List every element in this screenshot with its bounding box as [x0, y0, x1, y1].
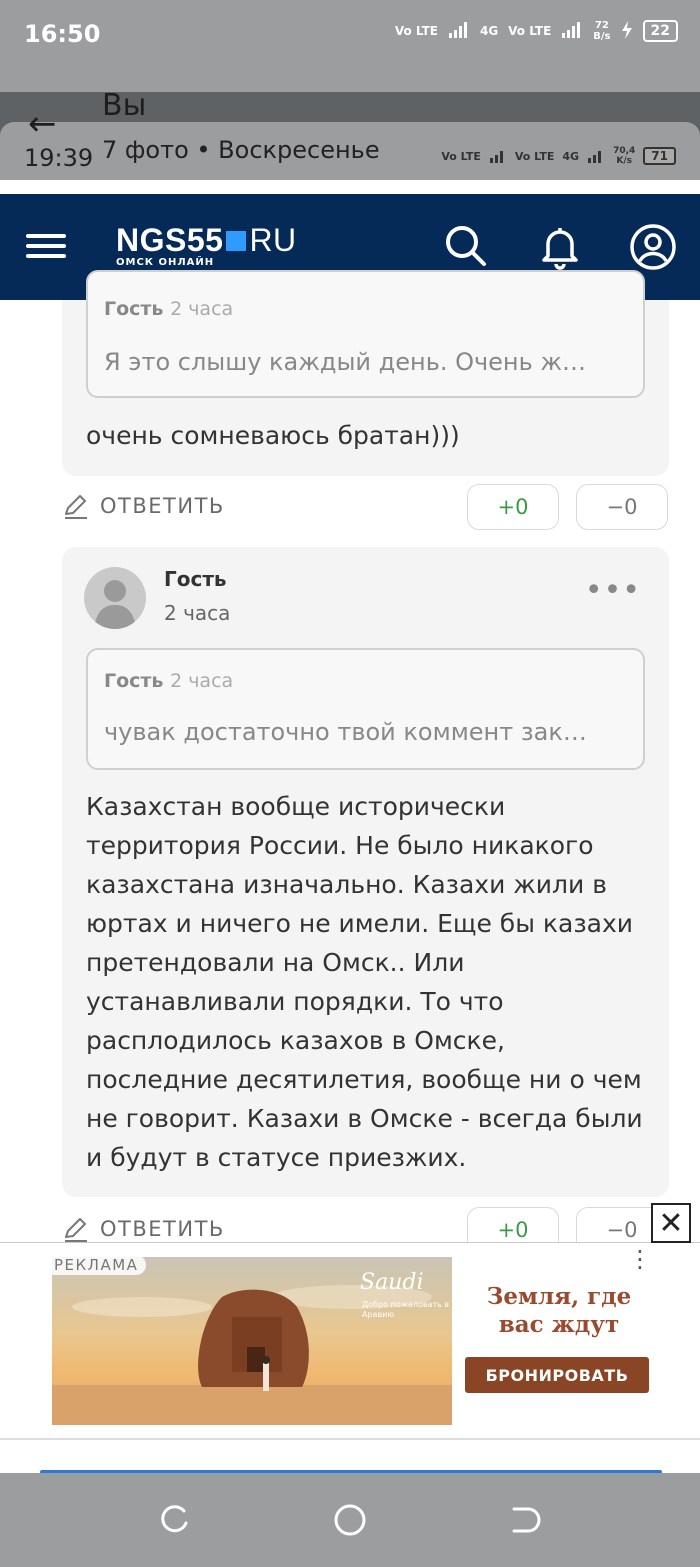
- inner-status-time: 19:39: [24, 144, 94, 172]
- inner-volte-icon-2: Vo LTE: [514, 149, 555, 163]
- ad-menu-icon[interactable]: ⋮: [628, 1247, 652, 1271]
- bell-icon[interactable]: [536, 222, 584, 270]
- net-speed: 72 B/s: [593, 20, 610, 42]
- reply-label: ОТВЕТИТЬ: [100, 494, 225, 518]
- quote-author: Гость 2 часа: [104, 298, 233, 320]
- quote-time: 2 часа: [170, 298, 234, 320]
- comment-actions: ОТВЕТИТЬ +0 −0: [62, 484, 669, 530]
- ad-brand-tagline: Добро пожаловать в Аравию: [362, 1300, 450, 1319]
- inner-status-indicators: Vo LTE Vo LTE 4G 70,4 K/s 71: [441, 146, 676, 166]
- comment-time: 2 часа: [164, 601, 231, 625]
- inner-signal-icon: [489, 151, 503, 163]
- inner-signal-icon-2: [588, 151, 602, 163]
- quoted-comment[interactable]: Гость 2 часа Я это слышу каждый день. Оч…: [86, 270, 645, 398]
- photo-info: 7 фото • Воскресенье: [102, 136, 380, 164]
- author-name[interactable]: Гость: [164, 567, 227, 591]
- user-account-icon[interactable]: [628, 222, 676, 270]
- quoted-comment-2[interactable]: Гость 2 часа чувак достаточно твой комме…: [86, 648, 645, 770]
- ad-close-icon[interactable]: ✕: [651, 1203, 691, 1243]
- outer-status-bar: 16:50 Vo LTE 4G Vo LTE 72 B/s 22: [0, 0, 700, 92]
- reply-button[interactable]: ОТВЕТИТЬ: [62, 492, 225, 520]
- ad-brand-logo: Saudi: [360, 1270, 424, 1295]
- comment-text: очень сомневаюсь братан))): [86, 421, 460, 450]
- quote-time-2: 2 часа: [170, 670, 234, 692]
- inner-net-speed-unit: K/s: [616, 156, 632, 166]
- inner-net-speed: 70,4 K/s: [613, 146, 635, 166]
- pencil-icon: [65, 495, 87, 519]
- quote-author-2: Гость 2 часа: [104, 670, 233, 692]
- more-options-icon[interactable]: •••: [585, 573, 641, 608]
- system-nav-bar: [0, 1473, 700, 1567]
- sender-name: Вы: [102, 88, 147, 123]
- quote-author-name: Гость: [104, 298, 164, 320]
- ad-label: РЕКЛАМА: [52, 1255, 147, 1275]
- recent-apps-icon[interactable]: [158, 1503, 192, 1537]
- net-speed-unit: B/s: [593, 31, 611, 42]
- reply-label-2: ОТВЕТИТЬ: [100, 1217, 225, 1241]
- ad-title[interactable]: Земля, где вас ждут: [464, 1283, 654, 1339]
- menu-icon[interactable]: [26, 230, 68, 260]
- inner-4g-icon: 4G: [562, 149, 580, 163]
- comment-card: Гость 2 часа Я это слышу каждый день. Оч…: [62, 270, 669, 476]
- signal-icon-2: [561, 21, 583, 42]
- quote-text-2: чувак достаточно твой коммент зак…: [104, 718, 587, 746]
- reply-button-2[interactable]: ОТВЕТИТЬ: [62, 1215, 225, 1243]
- network-4g-icon: 4G: [479, 24, 499, 38]
- pencil-icon: [65, 1218, 87, 1242]
- avatar[interactable]: [84, 567, 146, 629]
- status-indicators: Vo LTE 4G Vo LTE 72 B/s 22: [395, 20, 678, 42]
- comment-card-2: Гость 2 часа ••• Гость 2 часа чувак дост…: [62, 547, 669, 1197]
- site-logo[interactable]: NGS55 RU ОМСК ОНЛАЙН: [116, 222, 297, 268]
- signal-icon: [448, 21, 470, 42]
- inner-battery-indicator: 71: [643, 147, 676, 165]
- downvote-button[interactable]: −0: [576, 484, 668, 530]
- logo-square: [226, 230, 247, 251]
- back-arrow-icon[interactable]: ←: [28, 104, 57, 144]
- ad-cta-button[interactable]: БРОНИРОВАТЬ: [465, 1357, 649, 1393]
- inner-net-speed-value: 70,4: [613, 146, 636, 156]
- battery-indicator: 22: [642, 20, 678, 42]
- back-icon[interactable]: [508, 1503, 542, 1537]
- upvote-button[interactable]: +0: [467, 484, 559, 530]
- volte-icon: Vo LTE: [394, 24, 438, 38]
- page-top-strip: [0, 180, 700, 194]
- quote-author-name-2: Гость: [104, 670, 164, 692]
- status-time: 16:50: [24, 20, 101, 48]
- logo-ru: RU: [249, 222, 297, 258]
- search-icon[interactable]: [442, 222, 490, 270]
- quote-text: Я это слышу каждый день. Очень ж…: [104, 348, 587, 376]
- net-speed-value: 72: [594, 20, 609, 31]
- volte-icon-2: Vo LTE: [508, 24, 552, 38]
- logo-text: NGS55: [116, 222, 224, 258]
- comment-text-2: Казахстан вообще исторически территория …: [86, 792, 643, 1172]
- charging-icon: [621, 20, 633, 42]
- home-icon[interactable]: [333, 1503, 367, 1537]
- inner-volte-icon: Vo LTE: [441, 149, 481, 163]
